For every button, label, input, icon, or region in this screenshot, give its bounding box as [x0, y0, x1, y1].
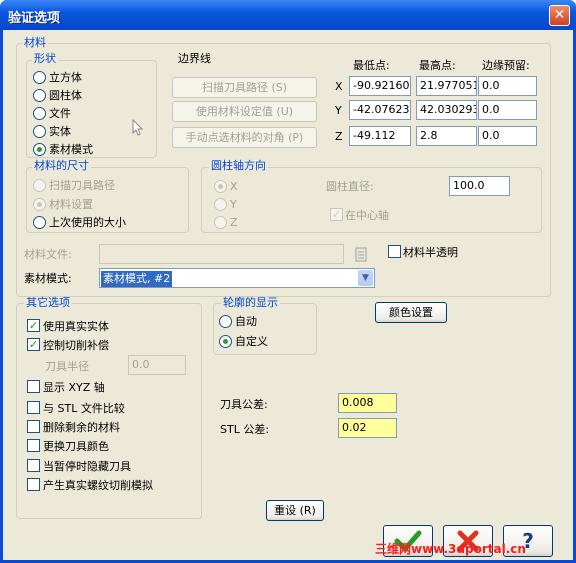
contour-display-label: 轮廓的显示 [221, 296, 280, 309]
cutter-comp-checkbox[interactable]: ✓ [27, 338, 40, 351]
cyl-axis-option-label: Z [230, 216, 238, 229]
reset-button[interactable]: 重设 (R) [266, 500, 324, 521]
translucent-checkbox[interactable] [388, 245, 401, 258]
cursor-select-icon[interactable] [130, 118, 146, 136]
close-button[interactable]: ✕ [549, 5, 570, 26]
shape-radio-file[interactable] [33, 107, 46, 120]
material-file-field[interactable] [99, 244, 344, 264]
y-min-field[interactable]: -42.07623 [349, 100, 411, 120]
shape-radio-solid[interactable] [33, 125, 46, 138]
contour-option-label: 自动 [235, 315, 257, 328]
contour-option-label: 自定义 [235, 335, 268, 348]
size-option-label: 上次使用的大小 [49, 216, 126, 229]
shape-option-label: 立方体 [49, 71, 82, 84]
tool-radius-label: 刀具半径 [45, 360, 89, 373]
stock-mode-select[interactable]: 素材模式, #2 ▼ [99, 268, 375, 288]
real-solid-checkbox[interactable]: ✓ [27, 319, 40, 332]
center-axis-checkbox[interactable]: ✓ [330, 208, 343, 221]
delete-remaining-checkbox[interactable] [27, 420, 40, 433]
min-point-header: 最低点: [353, 59, 390, 72]
watermark: 三维网www.3dportal.cn [375, 542, 526, 556]
hide-tool-on-pause-label: 当暂停时隐藏刀具 [43, 460, 131, 473]
z-max-field[interactable]: 2.8 [416, 126, 477, 146]
axis-z-label: Z [335, 130, 343, 143]
pick-corners-button[interactable]: 手动点选材料的对角 (P) [172, 127, 317, 148]
hide-tool-on-pause-checkbox[interactable] [27, 459, 40, 472]
tool-tolerance-label: 刀具公差: [220, 398, 268, 411]
scan-toolpath-button[interactable]: 扫描刀具路径 (S) [172, 77, 317, 98]
contour-radio-custom[interactable] [219, 335, 232, 348]
cyl-axis-radio-x[interactable] [214, 180, 227, 193]
tool-radius-field[interactable]: 0.0 [128, 355, 186, 375]
shape-option-label: 圆柱体 [49, 89, 82, 102]
x-margin-field[interactable]: 0.0 [478, 76, 537, 96]
y-max-field[interactable]: 42.030293 [416, 100, 477, 120]
stl-tolerance-field[interactable]: 0.02 [338, 418, 397, 438]
stl-tolerance-label: STL 公差: [220, 423, 270, 436]
material-size-label: 材料的尺寸 [32, 159, 91, 172]
max-point-header: 最高点: [419, 59, 456, 72]
shape-option-label: 实体 [49, 125, 71, 138]
window-title: 验证选项 [8, 11, 61, 26]
change-tool-color-label: 更换刀具颜色 [43, 440, 109, 453]
boundary-label: 边界线 [178, 52, 211, 65]
change-tool-color-checkbox[interactable] [27, 439, 40, 452]
use-material-settings-button[interactable]: 使用材料设定值 (U) [172, 101, 317, 122]
file-browse-button[interactable] [353, 244, 369, 264]
shape-group-label: 形状 [32, 52, 58, 65]
show-xyz-checkbox[interactable] [27, 380, 40, 393]
z-margin-field[interactable]: 0.0 [478, 126, 537, 146]
shape-radio-cylinder[interactable] [33, 89, 46, 102]
material-group-label: 材料 [22, 36, 48, 49]
stock-mode-label: 素材模式: [24, 272, 72, 285]
chevron-down-icon[interactable]: ▼ [358, 270, 373, 286]
thread-sim-label: 产生真实螺纹切削模拟 [43, 479, 153, 492]
dialog-window: 验证选项 ✕ 材料 形状 立方体 圆柱体 文件 实体 素材模式 边界线 扫描刀具… [0, 0, 576, 563]
stock-mode-value: 素材模式, #2 [101, 271, 173, 287]
real-solid-label: 使用真实实体 [43, 320, 109, 333]
compare-stl-checkbox[interactable] [27, 401, 40, 414]
cutter-comp-label: 控制切削补偿 [43, 339, 109, 352]
axis-x-label: X [335, 80, 343, 93]
tool-tolerance-field[interactable]: 0.008 [338, 393, 397, 413]
material-file-label: 材料文件: [24, 248, 72, 261]
axis-y-label: Y [335, 104, 342, 117]
color-settings-button[interactable]: 颜色设置 [375, 302, 447, 323]
cyl-axis-option-label: Y [230, 198, 237, 211]
y-margin-field[interactable]: 0.0 [478, 100, 537, 120]
z-min-field[interactable]: -49.112 [349, 126, 411, 146]
margin-header: 边缘预留: [482, 59, 530, 72]
contour-radio-auto[interactable] [219, 315, 232, 328]
size-radio-material-settings[interactable] [33, 198, 46, 211]
cyl-axis-radio-y[interactable] [214, 198, 227, 211]
x-min-field[interactable]: -90.92160 [349, 76, 411, 96]
size-radio-last-used[interactable] [33, 216, 46, 229]
size-option-label: 材料设置 [49, 198, 93, 211]
dialog-client: 材料 形状 立方体 圆柱体 文件 实体 素材模式 边界线 扫描刀具路径 (S) … [3, 30, 573, 560]
shape-radio-cube[interactable] [33, 71, 46, 84]
size-radio-scan[interactable] [33, 179, 46, 192]
compare-stl-label: 与 STL 文件比较 [43, 402, 125, 415]
cyl-axis-radio-z[interactable] [214, 216, 227, 229]
show-xyz-label: 显示 XYZ 轴 [43, 381, 105, 394]
cyl-axis-option-label: X [230, 180, 238, 193]
translucent-label: 材料半透明 [403, 246, 458, 259]
close-icon: ✕ [553, 7, 566, 23]
delete-remaining-label: 删除剩余的材料 [43, 421, 120, 434]
cylinder-diameter-field[interactable]: 100.0 [449, 176, 510, 196]
size-option-label: 扫描刀具路径 [49, 179, 115, 192]
title-bar[interactable]: 验证选项 ✕ [0, 0, 576, 30]
file-browse-icon [355, 247, 367, 262]
cylinder-diameter-label: 圆柱直径: [326, 180, 374, 193]
cylinder-axis-label: 圆柱轴方向 [209, 159, 268, 172]
center-axis-label: 在中心轴 [345, 209, 389, 222]
other-options-label: 其它选项 [24, 296, 72, 309]
shape-option-label: 素材模式 [49, 143, 93, 156]
shape-radio-stock-mode[interactable] [33, 143, 46, 156]
x-max-field[interactable]: 21.977051 [416, 76, 477, 96]
thread-sim-checkbox[interactable] [27, 478, 40, 491]
shape-option-label: 文件 [49, 107, 71, 120]
